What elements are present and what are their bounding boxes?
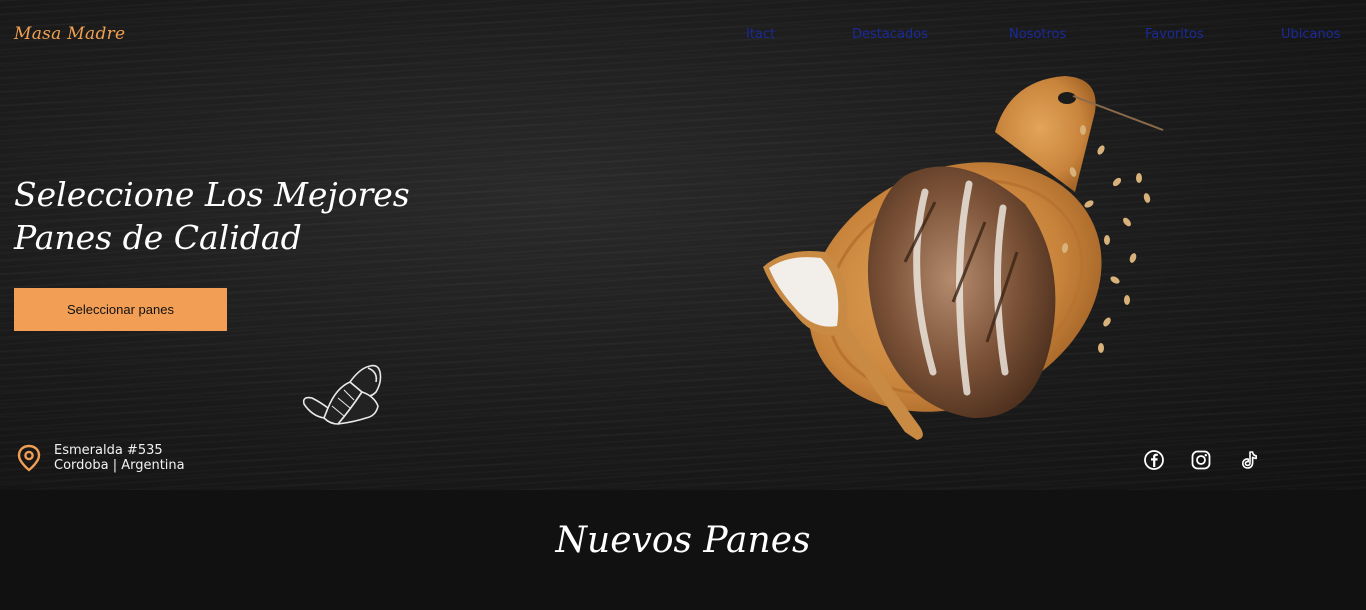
hero-headline-line2: Panes de Calidad xyxy=(14,218,302,257)
tiktok-icon[interactable] xyxy=(1238,449,1260,471)
section-title-new-breads: Nuevos Panes xyxy=(555,520,811,561)
main-nav: Itact Destacados Nosotros Favoritos Ubic… xyxy=(0,27,1366,47)
nav-item-destacados[interactable]: Destacados xyxy=(852,27,928,42)
instagram-icon[interactable] xyxy=(1190,449,1212,471)
location-pin-icon xyxy=(17,444,41,472)
bread-board-image xyxy=(763,76,1164,440)
nav-item-inicio[interactable]: Itact xyxy=(746,27,775,42)
select-breads-button[interactable]: Seleccionar panes xyxy=(14,288,227,331)
facebook-icon[interactable] xyxy=(1143,449,1165,471)
address-line1: Esmeralda #535 xyxy=(54,443,163,458)
nav-item-nosotros[interactable]: Nosotros xyxy=(1009,27,1066,42)
hero-headline: Seleccione Los Mejores Panes de Calidad xyxy=(14,173,454,259)
nav-item-ubicanos[interactable]: Ubicanos xyxy=(1281,27,1340,42)
nav-item-favoritos[interactable]: Favoritos xyxy=(1145,27,1204,42)
croissant-illustration xyxy=(302,364,382,425)
address-block: Esmeralda #535 Cordoba | Argentina xyxy=(54,443,185,473)
address-line2: Cordoba | Argentina xyxy=(54,458,185,473)
hero-headline-line1: Seleccione Los Mejores xyxy=(14,175,410,214)
